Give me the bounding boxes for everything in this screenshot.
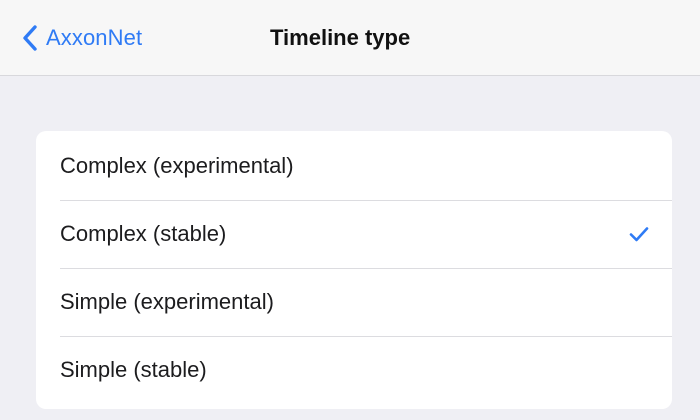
option-simple-experimental[interactable]: Simple (experimental): [36, 268, 672, 336]
page-title: Timeline type: [270, 25, 411, 50]
chevron-left-icon: [22, 24, 42, 52]
navigation-bar: AxxonNet Timeline type: [0, 0, 700, 76]
timeline-type-list: Complex (experimental) Complex (stable) …: [36, 131, 672, 409]
back-button-label: AxxonNet: [46, 25, 143, 50]
option-complex-stable[interactable]: Complex (stable): [36, 200, 672, 268]
option-simple-stable[interactable]: Simple (stable): [36, 336, 672, 404]
option-label: Simple (experimental): [60, 289, 274, 314]
option-complex-experimental[interactable]: Complex (experimental): [36, 131, 672, 200]
checkmark-icon: [628, 225, 650, 243]
option-label: Complex (stable): [60, 221, 227, 246]
back-button[interactable]: AxxonNet: [22, 22, 142, 54]
option-label: Simple (stable): [60, 357, 207, 382]
option-label: Complex (experimental): [60, 152, 294, 178]
